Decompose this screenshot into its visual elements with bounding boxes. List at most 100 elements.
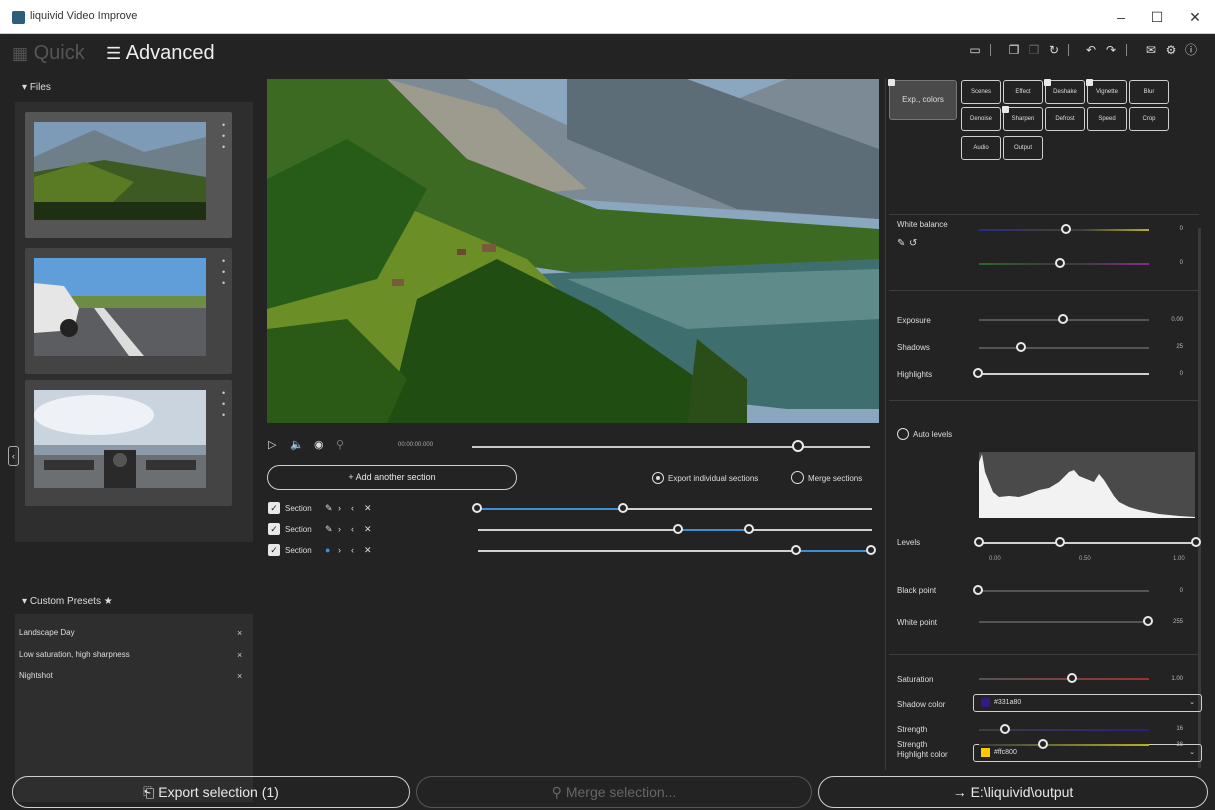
highlights-slider-knob[interactable]	[973, 368, 983, 378]
effect-button-deshake[interactable]: Deshake	[1044, 79, 1085, 104]
black-point-slider-knob[interactable]	[973, 585, 983, 595]
files-header[interactable]: ▾ Files	[22, 82, 51, 93]
section-start-handle[interactable]	[472, 503, 482, 513]
card-menu-icon[interactable]: • • •	[222, 120, 226, 153]
levels-low-knob[interactable]	[974, 537, 984, 547]
merge-sections-radio[interactable]	[791, 471, 804, 484]
exposure-slider-knob[interactable]	[1058, 314, 1068, 324]
remove-preset-icon[interactable]: ×	[237, 671, 242, 681]
white-point-track[interactable]	[979, 621, 1149, 623]
saturation-track[interactable]	[979, 678, 1149, 680]
edit-icon[interactable]: ✎	[325, 524, 333, 535]
close-button[interactable]: ✕	[1180, 6, 1210, 28]
collapse-left-panel-button[interactable]: ‹	[8, 446, 19, 466]
reset-wb-icon[interactable]: ↺	[909, 238, 917, 249]
black-point-track[interactable]	[979, 590, 1149, 592]
section-checkbox[interactable]: ✓	[268, 544, 280, 556]
remove-icon[interactable]: ✕	[364, 524, 372, 535]
white-point-slider-knob[interactable]	[1143, 616, 1153, 626]
effect-button-effect[interactable]: Effect	[1003, 80, 1043, 104]
remove-icon[interactable]: ✕	[364, 545, 372, 556]
tab-quick[interactable]: ▦ Quick	[12, 42, 85, 65]
effect-button-denoise[interactable]: Denoise	[961, 107, 1001, 131]
prev-icon[interactable]: ‹	[351, 545, 354, 555]
section-end-handle[interactable]	[617, 503, 628, 513]
right-scrollbar[interactable]	[1198, 228, 1201, 768]
enabled-check-icon[interactable]	[1086, 79, 1093, 86]
remove-preset-icon[interactable]: ×	[237, 628, 242, 638]
open-folder-icon[interactable]: ▭	[967, 42, 983, 58]
remove-icon[interactable]: ✕	[364, 503, 372, 514]
info-icon[interactable]: ⓘ	[1183, 42, 1199, 58]
edit-icon[interactable]: ●	[325, 545, 330, 555]
preset-item[interactable]: Low saturation, high sharpness ×	[19, 650, 242, 660]
enabled-check-icon[interactable]	[1002, 106, 1009, 113]
section-end-handle[interactable]	[866, 545, 876, 555]
auto-levels-checkbox[interactable]	[897, 428, 909, 440]
video-preview[interactable]	[267, 79, 879, 423]
reset-icon[interactable]: ↻	[1046, 42, 1062, 58]
highlight-strength-slider-knob[interactable]	[1037, 739, 1048, 749]
presets-header[interactable]: ▾ Custom Presets ★	[22, 596, 113, 607]
section-start-handle[interactable]	[791, 545, 802, 555]
effect-button-sharpen[interactable]: Sharpen	[1002, 106, 1043, 131]
shadow-strength-slider-knob[interactable]	[1000, 724, 1011, 734]
minimize-button[interactable]: –	[1106, 6, 1136, 28]
shadows-slider-knob[interactable]	[1015, 342, 1026, 352]
eye-icon[interactable]: ◉	[314, 438, 324, 451]
enabled-check-icon[interactable]	[1044, 79, 1051, 86]
effect-button-output[interactable]: Output	[1003, 136, 1043, 160]
effect-button-exp-colors[interactable]: Exp., colors	[888, 79, 957, 120]
section-checkbox[interactable]: ✓	[268, 523, 280, 535]
levels-high-knob[interactable]	[1191, 537, 1201, 547]
export-individual-radio[interactable]	[652, 472, 664, 484]
settings-icon[interactable]: ⚙	[1163, 42, 1179, 58]
card-menu-icon[interactable]: • • •	[222, 388, 226, 421]
remove-preset-icon[interactable]: ×	[237, 650, 242, 660]
timeline-playhead[interactable]	[792, 440, 805, 452]
section-start-handle[interactable]	[672, 524, 683, 534]
output-folder-button[interactable]: → E:\liquivid\output	[818, 776, 1208, 808]
star-icon[interactable]: ★	[104, 596, 113, 607]
next-icon[interactable]: ›	[338, 524, 341, 534]
link-icon[interactable]: ⚲	[336, 438, 344, 451]
effect-button-defrost[interactable]: Defrost	[1045, 107, 1085, 131]
shadow-color-select[interactable]: #331a80 ⌄	[973, 694, 1202, 712]
effect-button-crop[interactable]: Crop	[1129, 107, 1169, 131]
export-selection-button[interactable]: ⎗ Export selection (1)	[12, 776, 410, 808]
enabled-check-icon[interactable]	[888, 79, 895, 86]
prev-icon[interactable]: ‹	[351, 503, 354, 513]
undo-icon[interactable]: ↶	[1083, 42, 1099, 58]
temperature-slider-knob[interactable]	[1061, 224, 1072, 234]
maximize-button[interactable]: ☐	[1142, 6, 1172, 28]
effect-button-scenes[interactable]: Scenes	[961, 80, 1001, 104]
highlights-track[interactable]	[979, 373, 1149, 375]
file-card-road[interactable]: • • •	[25, 248, 232, 374]
play-icon[interactable]: ▷	[268, 438, 276, 451]
effect-button-blur[interactable]: Blur	[1129, 80, 1169, 104]
next-icon[interactable]: ›	[338, 503, 341, 513]
next-icon[interactable]: ›	[338, 545, 341, 555]
effect-button-vignette[interactable]: Vignette	[1086, 79, 1127, 104]
effect-button-speed[interactable]: Speed	[1087, 107, 1127, 131]
levels-track[interactable]	[979, 542, 1196, 544]
file-card-mountain[interactable]: • • •	[25, 112, 232, 238]
section-checkbox[interactable]: ✓	[268, 502, 280, 514]
shadows-track[interactable]	[979, 347, 1149, 349]
tab-advanced[interactable]: ☰ Advanced	[106, 42, 215, 65]
redo-icon[interactable]: ↷	[1103, 42, 1119, 58]
levels-mid-knob[interactable]	[1055, 537, 1065, 547]
copy-icon[interactable]: ❐	[1006, 42, 1022, 58]
section-end-handle[interactable]	[743, 524, 754, 534]
preset-item[interactable]: Landscape Day ×	[19, 628, 242, 638]
merge-selection-button[interactable]: ⚲ Merge selection...	[416, 776, 812, 808]
effect-button-audio[interactable]: Audio	[961, 136, 1001, 160]
tint-slider-knob[interactable]	[1054, 258, 1065, 268]
volume-icon[interactable]: 🔈	[290, 438, 304, 451]
preset-item[interactable]: Nightshot ×	[19, 671, 242, 681]
file-card-motorcycle[interactable]: • • •	[25, 380, 232, 506]
mail-icon[interactable]: ✉	[1143, 42, 1159, 58]
timeline-track[interactable]	[472, 446, 870, 448]
eyedropper-icon[interactable]: ✎	[897, 238, 905, 249]
highlight-strength-track[interactable]	[979, 744, 1149, 746]
